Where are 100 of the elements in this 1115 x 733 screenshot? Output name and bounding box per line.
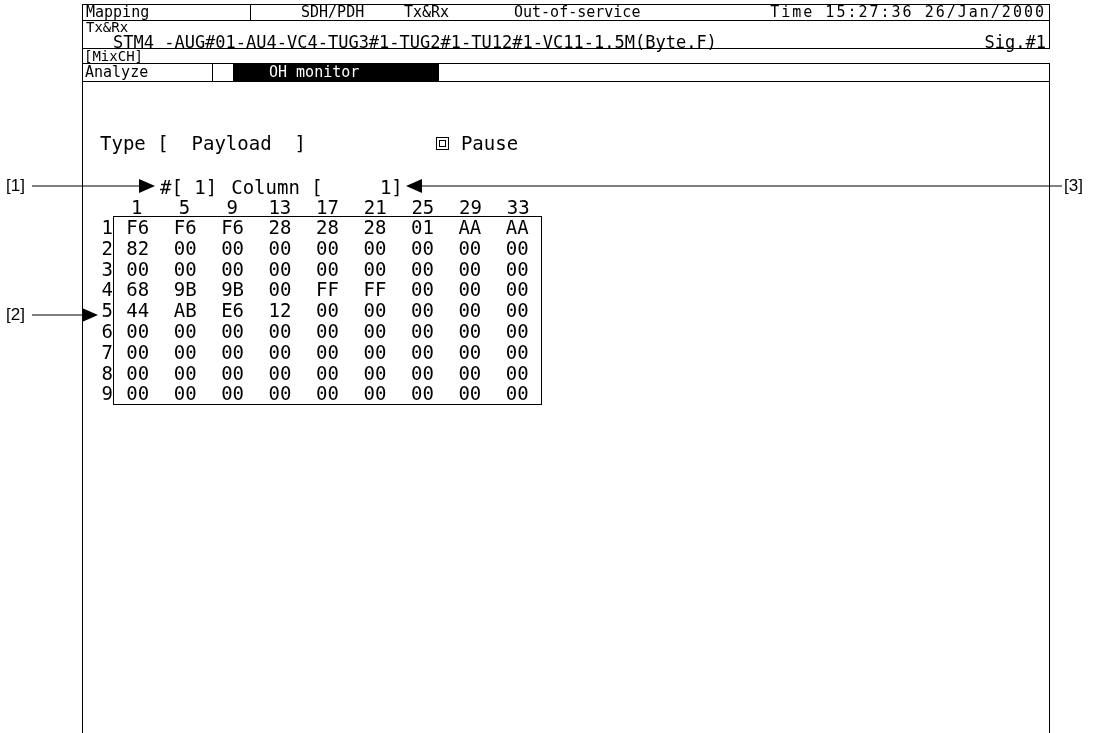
table-cell-text: 00 bbox=[220, 383, 246, 405]
table-cell-text: 00 bbox=[315, 362, 340, 384]
table-cell-text: E6 bbox=[220, 300, 246, 321]
table-cell-text: AA bbox=[504, 217, 530, 238]
table-cell-text: F6 bbox=[220, 217, 246, 238]
table-cell-text: 00 bbox=[504, 383, 530, 405]
table-cell-text: 00 bbox=[315, 237, 340, 259]
table-cell-text: 00 bbox=[172, 362, 198, 384]
table-cell-text: 00 bbox=[125, 341, 151, 363]
table-cell-text: 00 bbox=[457, 237, 483, 259]
table-cell-text: 00 bbox=[362, 321, 388, 342]
service-state-label: Out-of-service bbox=[513, 5, 642, 20]
callout-label: [2] bbox=[6, 306, 25, 324]
table-cell-text: 00 bbox=[457, 362, 483, 384]
table-cell-text: 00 bbox=[267, 321, 293, 342]
table-cell-text: 9B bbox=[220, 279, 246, 301]
table-cell-text: 00 bbox=[457, 258, 483, 280]
tab[interactable]: OH monitor bbox=[233, 64, 439, 81]
table-cell-text: 00 bbox=[172, 237, 198, 259]
table-cell-text: 00 bbox=[362, 341, 388, 363]
mode-label: Mapping bbox=[83, 5, 251, 20]
callout-label: [1] bbox=[6, 177, 25, 195]
table-cell-text: 00 bbox=[409, 300, 435, 321]
table-cell-text: 00 bbox=[504, 258, 530, 280]
table-cell-text: 00 bbox=[457, 341, 483, 363]
pause-label: Pause bbox=[460, 132, 519, 154]
table-cell-text: F6 bbox=[172, 217, 198, 238]
column-number: 1 bbox=[130, 199, 144, 216]
tab[interactable]: Analyze bbox=[83, 64, 213, 81]
column-number: 5 bbox=[178, 199, 192, 216]
table-cell-text: 68 bbox=[125, 279, 151, 301]
table-cell-text: 00 bbox=[409, 258, 435, 280]
column-number: 29 bbox=[458, 199, 483, 216]
table-cell-text: 00 bbox=[504, 279, 530, 301]
table-cell-text: 00 bbox=[362, 300, 388, 321]
table-cell-text: 00 bbox=[362, 237, 388, 259]
table-cell-text: 00 bbox=[315, 341, 340, 363]
table-cell-text: 28 bbox=[315, 217, 340, 238]
table-cell-text: 00 bbox=[220, 258, 246, 280]
table-cell-text: 00 bbox=[409, 341, 435, 363]
callout-label: [3] bbox=[1064, 177, 1083, 195]
table-cell-text: 00 bbox=[409, 237, 435, 259]
table-cell-text: 00 bbox=[267, 237, 293, 259]
table-cell-text: 00 bbox=[267, 279, 293, 301]
clock-label: Time 15:27:36 26/Jan/2000 bbox=[769, 5, 1047, 20]
table-cell-text: 00 bbox=[362, 383, 388, 405]
table-cell-text: 00 bbox=[125, 321, 151, 342]
mix-channel-label: [MixCH] bbox=[84, 48, 143, 64]
table-cell-text: F6 bbox=[125, 217, 151, 238]
table-cell-text: 12 bbox=[267, 300, 293, 321]
table-cell-text: 00 bbox=[504, 300, 530, 321]
table-cell-text: 82 bbox=[125, 237, 151, 259]
pause-checkbox[interactable] bbox=[435, 136, 449, 150]
table-cell-text: 28 bbox=[362, 217, 388, 238]
row-number: 6 bbox=[100, 321, 113, 342]
table-cell-text: 00 bbox=[220, 321, 246, 342]
table-cell-text: 00 bbox=[457, 279, 483, 301]
table-cell-text: AB bbox=[172, 300, 198, 321]
table-cell-text: 00 bbox=[315, 383, 340, 405]
table-cell-text: FF bbox=[362, 279, 388, 301]
row-number: 2 bbox=[100, 237, 113, 259]
frame-field[interactable]: #[ 1] bbox=[160, 178, 218, 196]
table-cell-text: 44 bbox=[125, 300, 151, 321]
row-number: 7 bbox=[100, 341, 113, 363]
table-cell-text: 00 bbox=[315, 300, 340, 321]
interface-label: SDH/PDH bbox=[300, 5, 366, 20]
table-cell-text: 9B bbox=[172, 279, 198, 301]
table-cell-text: 00 bbox=[220, 362, 246, 384]
direction-label: Tx&Rx bbox=[403, 5, 451, 20]
table-cell-text: 00 bbox=[504, 237, 530, 259]
column-number: 9 bbox=[225, 199, 239, 216]
row-number: 5 bbox=[100, 300, 113, 321]
type-field[interactable]: Type [ Payload ] bbox=[100, 132, 306, 154]
column-number: 33 bbox=[505, 199, 531, 216]
table-cell-text: 00 bbox=[267, 362, 293, 384]
column-field[interactable]: Column [ 1] bbox=[231, 178, 403, 196]
column-number: 17 bbox=[316, 199, 340, 216]
table-cell-text: AA bbox=[457, 217, 483, 238]
table-cell-text: FF bbox=[315, 279, 340, 301]
table-cell-text: 00 bbox=[267, 383, 293, 405]
table-cell-text: 00 bbox=[409, 321, 435, 342]
row-number: 8 bbox=[100, 362, 113, 384]
table-cell-text: 00 bbox=[504, 341, 530, 363]
table-cell-text: 01 bbox=[409, 217, 435, 238]
row-number: 3 bbox=[100, 258, 113, 280]
table-cell-text: 00 bbox=[267, 341, 293, 363]
table-cell-text: 28 bbox=[267, 217, 293, 238]
table-cell-text: 00 bbox=[457, 300, 483, 321]
table-cell-text: 00 bbox=[409, 279, 435, 301]
table-cell-text: 00 bbox=[125, 258, 151, 280]
channel-direction: Tx&Rx bbox=[86, 21, 129, 35]
table-cell-text: 00 bbox=[220, 237, 246, 259]
table-cell-text: 00 bbox=[362, 362, 388, 384]
table-cell-text: 00 bbox=[504, 362, 530, 384]
table-cell-text: 00 bbox=[409, 383, 435, 405]
table-cell-text: 00 bbox=[125, 362, 151, 384]
table-cell-text: 00 bbox=[220, 341, 246, 363]
table-cell-text: 00 bbox=[409, 362, 435, 384]
table-cell-text: 00 bbox=[504, 321, 530, 342]
column-number: 21 bbox=[362, 199, 387, 216]
